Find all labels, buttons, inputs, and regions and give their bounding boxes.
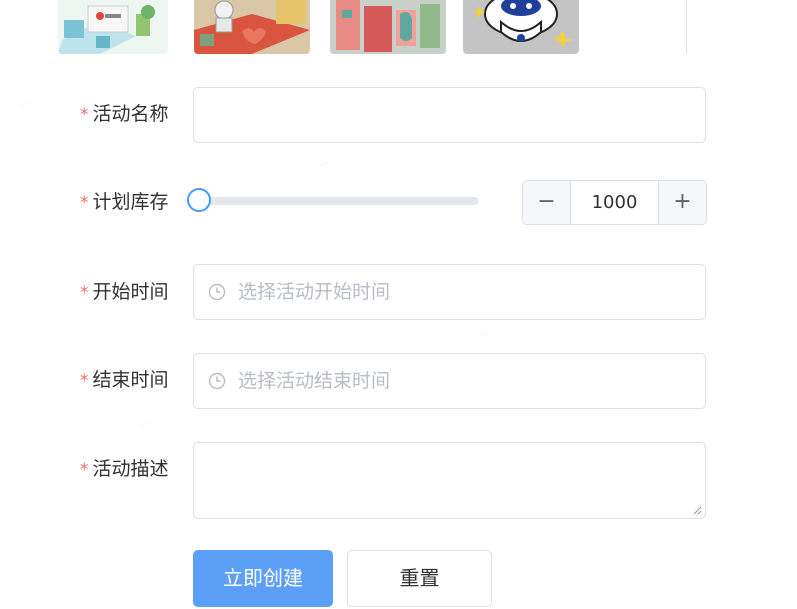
increment-button[interactable]: + [658, 181, 706, 224]
start-time-picker[interactable]: 选择活动开始时间 [193, 264, 706, 320]
description-textarea[interactable] [193, 442, 706, 519]
stock-slider-handle[interactable] [187, 188, 211, 212]
clock-icon [208, 372, 226, 390]
end-time-label: * 结束时间 [80, 368, 180, 393]
stock-slider-track[interactable] [199, 197, 479, 205]
description-label-text: 活动描述 [92, 458, 169, 480]
image-thumbnail-strip [58, 0, 708, 54]
description-label: * 活动描述 [80, 457, 180, 482]
stock-value[interactable]: 1000 [571, 181, 658, 224]
activity-name-label-text: 活动名称 [92, 103, 169, 125]
thumbnail-strip-divider [686, 0, 687, 54]
thumbnail-astronaut-room[interactable] [194, 0, 310, 54]
thumbnail-cartoon-mascot[interactable] [463, 0, 579, 54]
stock-number-input: − 1000 + [522, 180, 707, 225]
start-time-label: * 开始时间 [80, 280, 180, 305]
start-time-label-text: 开始时间 [92, 281, 169, 303]
reset-button[interactable]: 重置 [347, 550, 492, 607]
thumbnail-letters-scene[interactable] [330, 0, 446, 54]
resize-handle-icon[interactable] [692, 505, 702, 515]
required-mark: * [80, 371, 89, 391]
thumbnail-kingdom-scene[interactable] [58, 0, 168, 54]
activity-name-label: * 活动名称 [80, 102, 180, 127]
required-mark: * [80, 105, 89, 125]
end-time-picker[interactable]: 选择活动结束时间 [193, 353, 706, 409]
required-mark: * [80, 193, 89, 213]
required-mark: * [80, 460, 89, 480]
activity-name-input[interactable] [193, 87, 706, 143]
create-button[interactable]: 立即创建 [193, 550, 333, 607]
required-mark: * [80, 283, 89, 303]
end-time-label-text: 结束时间 [92, 369, 169, 391]
stock-label-text: 计划库存 [92, 191, 169, 213]
stock-label: * 计划库存 [80, 190, 180, 215]
start-time-placeholder: 选择活动开始时间 [238, 281, 391, 303]
clock-icon [208, 283, 226, 301]
decrement-button[interactable]: − [523, 181, 571, 224]
end-time-placeholder: 选择活动结束时间 [238, 370, 391, 392]
